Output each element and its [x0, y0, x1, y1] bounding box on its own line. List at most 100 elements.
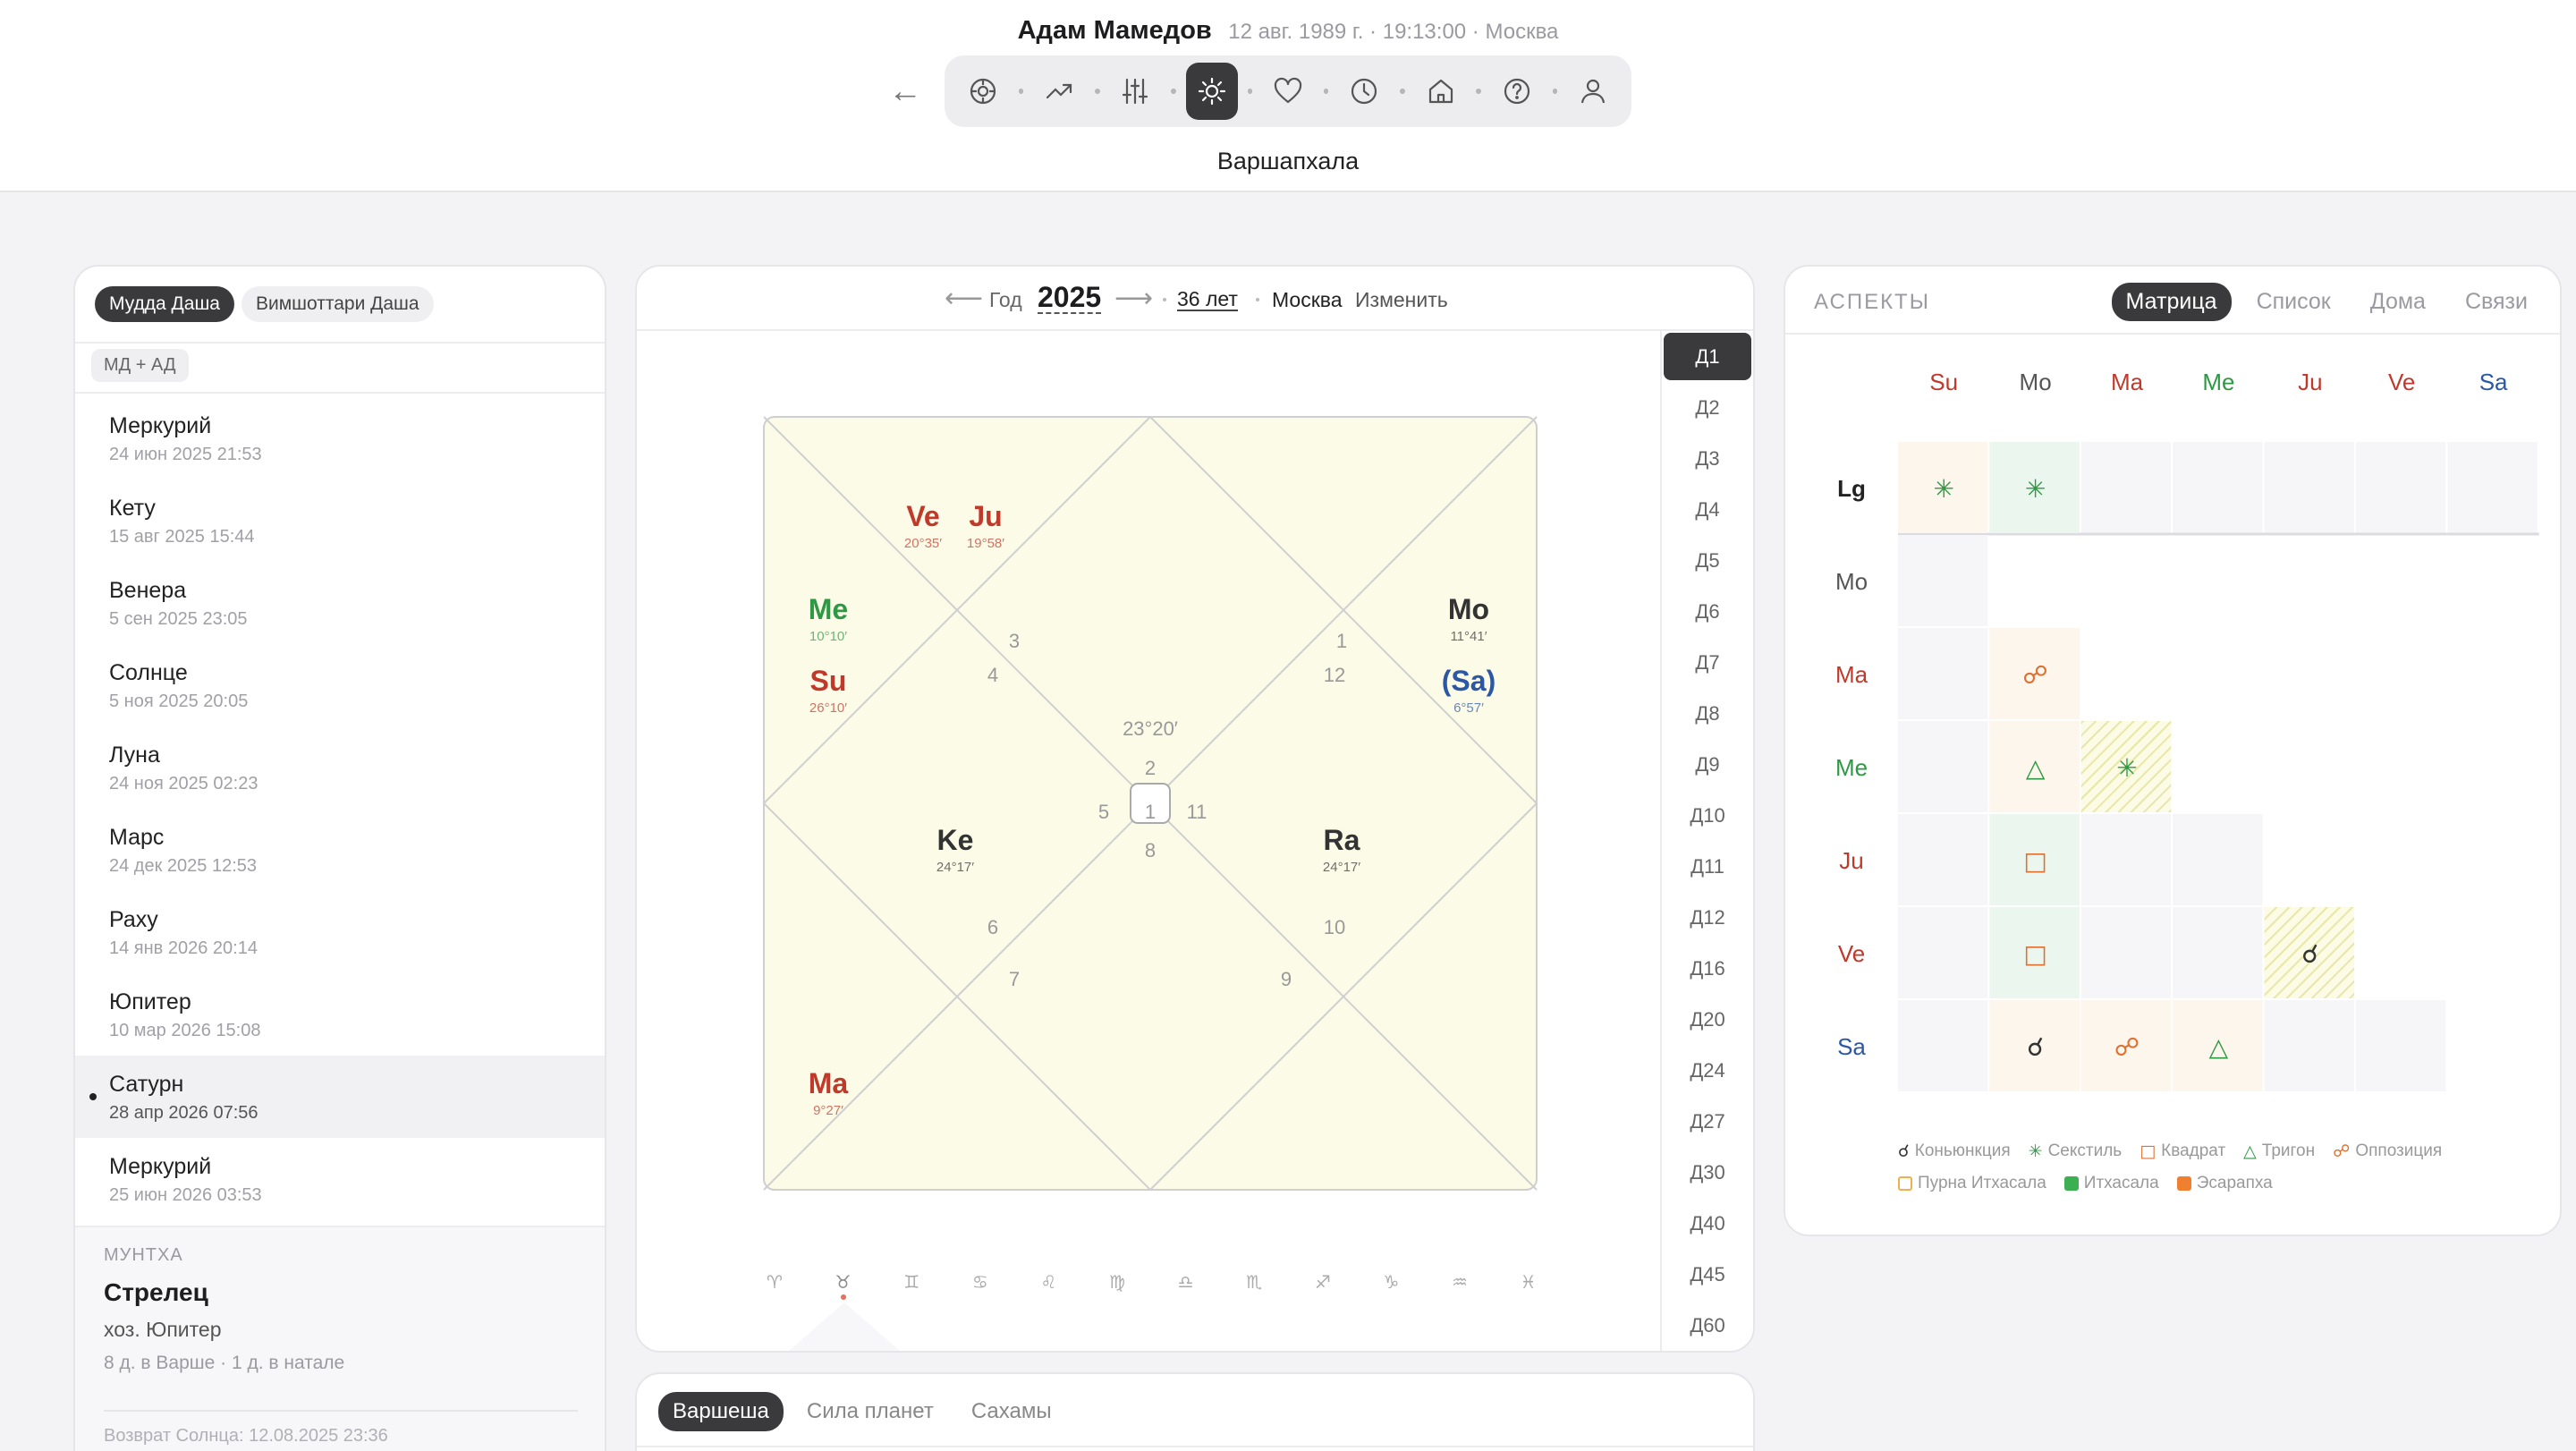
matrix-cell[interactable] [1898, 628, 1988, 719]
planet-ma[interactable]: Ma 9°27′ [809, 1067, 849, 1118]
division-list: Д1 Д2 Д3 Д4 Д5 Д6 Д7 Д8 Д9 Д10 Д11 Д12 Д16 Д20 Д24 Д27 Д… [1660, 331, 1753, 1351]
tab-links[interactable]: Связи [2451, 283, 2542, 321]
planet-ju[interactable]: Ju 19°58′ [967, 500, 1004, 551]
dasha-row[interactable]: Меркурий 25 июн 2026 03:53 [75, 1138, 605, 1220]
zodiac-sign[interactable]: ♉ [835, 1271, 852, 1293]
matrix-cell[interactable] [2080, 442, 2172, 533]
division-item[interactable]: Д60 [1662, 1300, 1753, 1351]
planet-ve[interactable]: Ve 20°35′ [904, 500, 942, 551]
division-item[interactable]: Д1 [1664, 333, 1751, 380]
division-item[interactable]: Д3 [1662, 433, 1753, 484]
division-item[interactable]: Д24 [1662, 1045, 1753, 1096]
year-value[interactable]: 2025 [1038, 282, 1102, 314]
dasha-row[interactable]: Сатурн 28 апр 2026 07:56 [75, 1056, 605, 1138]
matrix-cell[interactable] [2264, 1000, 2354, 1091]
dasha-row[interactable]: Солнце 5 ноя 2025 20:05 [75, 644, 605, 726]
planet-ra[interactable]: Ra 24°17′ [1323, 824, 1360, 875]
planet-me[interactable]: Me 10°10′ [809, 593, 848, 644]
matrix-cell[interactable] [2080, 907, 2172, 998]
zodiac-sign[interactable]: ♌ [1040, 1271, 1056, 1293]
trend-icon[interactable] [1033, 63, 1085, 120]
age-value[interactable]: 36 лет [1177, 288, 1238, 311]
house-number: 3 [1009, 630, 1020, 652]
sliders-icon[interactable] [1110, 63, 1162, 120]
zodiac-sign[interactable]: ♋ [972, 1271, 988, 1293]
zodiac-sign[interactable]: ♒ [1452, 1271, 1468, 1293]
division-item[interactable]: Д9 [1662, 739, 1753, 790]
matrix-cell[interactable] [1898, 721, 1988, 812]
md-ad-tag[interactable]: МД + АД [91, 349, 189, 382]
zodiac-sign[interactable]: ♐ [1315, 1271, 1331, 1293]
matrix-cell[interactable] [2264, 442, 2354, 533]
zodiac-sign[interactable]: ♎ [1178, 1271, 1194, 1293]
division-item[interactable]: Д8 [1662, 688, 1753, 739]
division-item[interactable]: Д6 [1662, 586, 1753, 637]
matrix-cell[interactable] [1898, 1000, 1988, 1091]
dasha-row[interactable]: Венера 5 сен 2025 23:05 [75, 562, 605, 644]
zodiac-sign[interactable]: ♑ [1383, 1271, 1399, 1293]
tab-houses[interactable]: Дома [2356, 283, 2440, 321]
dasha-row[interactable]: Кету 15 авг 2025 15:44 [75, 479, 605, 562]
tab-varshesha[interactable]: Варшеша [658, 1392, 784, 1431]
dasha-row[interactable]: Раху 14 янв 2026 20:14 [75, 891, 605, 973]
zodiac-sign[interactable]: ♓ [1521, 1271, 1537, 1293]
tab-vimshottari-dasha[interactable]: Вимшоттари Даша [241, 286, 434, 322]
muntha-days: 8 д. в Варше · 1 д. в натале [104, 1353, 345, 1373]
home-icon[interactable] [1415, 63, 1467, 120]
zodiac-sign[interactable]: ♏ [1246, 1271, 1262, 1293]
division-item[interactable]: Д40 [1662, 1198, 1753, 1249]
planet-su[interactable]: Su 26°10′ [809, 665, 847, 716]
matrix-cell[interactable] [2173, 907, 2263, 998]
division-item[interactable]: Д4 [1662, 484, 1753, 535]
division-item[interactable]: Д11 [1662, 841, 1753, 892]
division-item[interactable]: Д5 [1662, 535, 1753, 586]
division-item[interactable]: Д12 [1662, 892, 1753, 943]
matrix-cell[interactable] [1898, 814, 1988, 905]
tab-mudda-dasha[interactable]: Мудда Даша [95, 286, 234, 322]
bottom-tabs: Варшеша Сила планет Сахамы [658, 1392, 1066, 1431]
zodiac-sign[interactable]: ♍ [1109, 1271, 1125, 1293]
clock-icon[interactable] [1338, 63, 1390, 120]
user-icon[interactable] [1567, 63, 1619, 120]
chart-title: Адам Мамедов 12 авг. 1989 г. · 19:13:00 … [0, 16, 2576, 46]
dasha-date: 14 янв 2026 20:14 [109, 938, 258, 958]
planet-mo[interactable]: Mo 11°41′ [1448, 593, 1489, 644]
tab-matrix[interactable]: Матрица [2111, 283, 2232, 321]
back-button[interactable]: ← [886, 72, 925, 111]
aspects-header: АСПЕКТЫ Матрица Список Дома Связи [1785, 267, 2560, 335]
dasha-row[interactable]: Марс 24 дек 2025 12:53 [75, 809, 605, 891]
division-item[interactable]: Д27 [1662, 1096, 1753, 1147]
matrix-cell[interactable] [1898, 907, 1988, 998]
matrix-cell[interactable] [2447, 442, 2538, 533]
division-item[interactable]: Д30 [1662, 1147, 1753, 1198]
dasha-row[interactable]: Юпитер 10 мар 2026 15:08 [75, 973, 605, 1056]
dasha-row[interactable]: Меркурий 24 июн 2025 21:53 [75, 397, 605, 479]
compass-icon[interactable] [957, 63, 1009, 120]
change-city-button[interactable]: Изменить [1355, 288, 1448, 312]
tab-sahams[interactable]: Сахамы [957, 1392, 1066, 1431]
tab-planet-strength[interactable]: Сила планет [792, 1392, 948, 1431]
prev-year-button[interactable]: ⟵ [945, 283, 983, 314]
division-item[interactable]: Д45 [1662, 1249, 1753, 1300]
zodiac-sign[interactable]: ♊ [903, 1271, 919, 1293]
matrix-cell[interactable] [2356, 442, 2446, 533]
tab-list[interactable]: Список [2242, 283, 2345, 321]
division-item[interactable]: Д10 [1662, 790, 1753, 841]
house-number: 8 [1145, 839, 1156, 861]
matrix-cell[interactable] [2173, 442, 2263, 533]
next-year-button[interactable]: ⟶ [1114, 283, 1153, 314]
dasha-row[interactable]: Луна 24 ноя 2025 02:23 [75, 726, 605, 809]
matrix-cell[interactable] [2080, 814, 2172, 905]
help-icon[interactable] [1491, 63, 1543, 120]
matrix-cell[interactable] [2173, 814, 2263, 905]
division-item[interactable]: Д20 [1662, 994, 1753, 1045]
zodiac-sign[interactable]: ♈ [767, 1271, 783, 1293]
division-item[interactable]: Д16 [1662, 943, 1753, 994]
sun-icon[interactable] [1185, 63, 1238, 120]
matrix-cell[interactable] [2356, 1000, 2446, 1091]
heart-icon[interactable] [1262, 63, 1314, 120]
division-item[interactable]: Д7 [1662, 637, 1753, 688]
division-item[interactable]: Д2 [1662, 382, 1753, 433]
planet-ke[interactable]: Ke 24°17′ [936, 824, 974, 875]
matrix-cell[interactable] [1898, 535, 1988, 626]
